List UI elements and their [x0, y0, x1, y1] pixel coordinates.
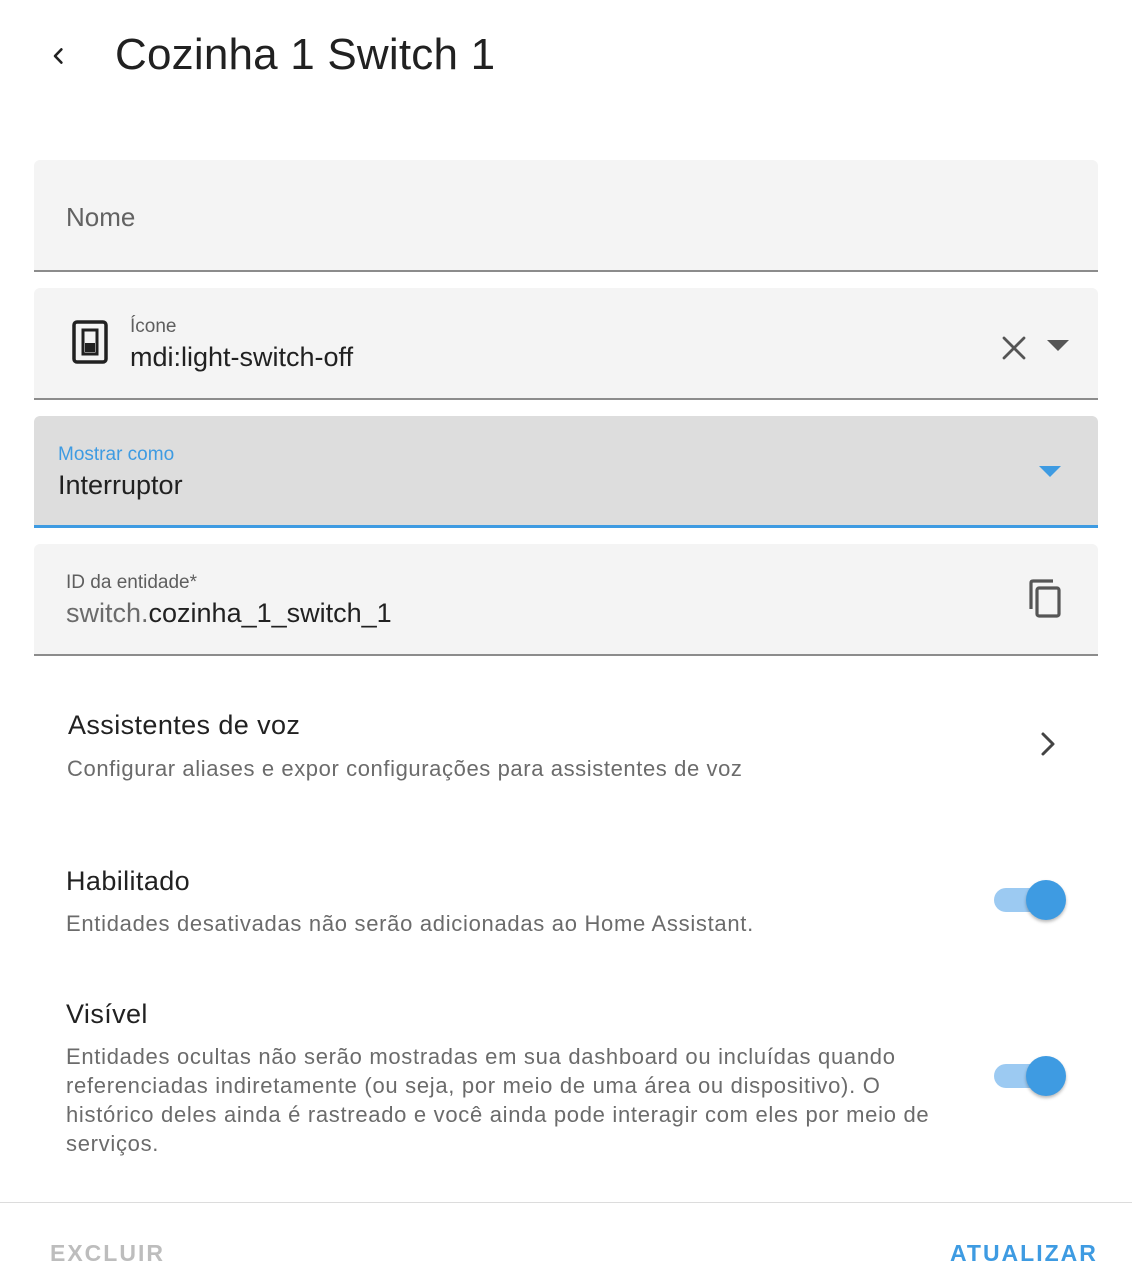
delete-button[interactable]: EXCLUIR [50, 1240, 165, 1267]
voice-assistants-title: Assistentes de voz [68, 710, 301, 740]
dialog-header: Cozinha 1 Switch 1 [0, 0, 1132, 112]
icon-field-label: Ícone [130, 316, 177, 337]
close-icon [1002, 336, 1026, 360]
back-button[interactable] [34, 32, 82, 80]
enabled-toggle-thumb [1026, 880, 1066, 920]
page-title: Cozinha 1 Switch 1 [115, 30, 496, 79]
voice-assistants-row[interactable]: Assistentes de voz Configurar aliases e … [34, 690, 1098, 800]
name-placeholder: Nome [66, 202, 136, 232]
visible-description: Entidades ocultas não serão mostradas em… [66, 1044, 930, 1156]
show-as-label: Mostrar como [58, 444, 175, 465]
entity-id-label: ID da entidade* [66, 572, 197, 593]
visible-toggle[interactable] [994, 1054, 1068, 1098]
enabled-description: Entidades desativadas não serão adiciona… [66, 911, 754, 936]
icon-dropdown-button[interactable] [1040, 328, 1076, 364]
update-button[interactable]: ATUALIZAR [950, 1240, 1098, 1267]
content-copy-icon [1029, 579, 1061, 618]
menu-down-icon [1034, 460, 1066, 484]
clear-icon-button[interactable] [994, 328, 1034, 368]
show-as-select[interactable]: Mostrar como Interruptor [34, 416, 1098, 528]
copy-entity-id-button[interactable] [1022, 576, 1068, 622]
visible-setting: Visível Entidades ocultas não serão most… [66, 999, 1066, 1158]
enabled-toggle[interactable] [994, 878, 1068, 922]
entity-id-prefix: switch. [66, 598, 149, 628]
enabled-setting: Habilitado Entidades desativadas não ser… [66, 866, 1066, 938]
chevron-right-icon [1034, 728, 1062, 760]
footer-divider [0, 1202, 1132, 1203]
entity-id-text: cozinha_1_switch_1 [148, 598, 392, 628]
entity-id-value: switch.cozinha_1_switch_1 [66, 598, 392, 629]
menu-down-icon [1047, 340, 1069, 351]
enabled-title: Habilitado [66, 866, 191, 896]
chevron-left-icon [53, 48, 63, 64]
visible-title: Visível [66, 999, 148, 1029]
entity-id-field[interactable]: ID da entidade* switch.cozinha_1_switch_… [34, 544, 1098, 656]
voice-assistants-description: Configurar aliases e expor configurações… [67, 756, 743, 781]
light-switch-off-icon [70, 318, 110, 366]
name-field[interactable]: Nome [34, 160, 1098, 272]
icon-field-value: mdi:light-switch-off [130, 342, 354, 372]
show-as-value: Interruptor [58, 470, 183, 500]
icon-picker-field[interactable]: Ícone mdi:light-switch-off [34, 288, 1098, 400]
visible-toggle-thumb [1026, 1056, 1066, 1096]
